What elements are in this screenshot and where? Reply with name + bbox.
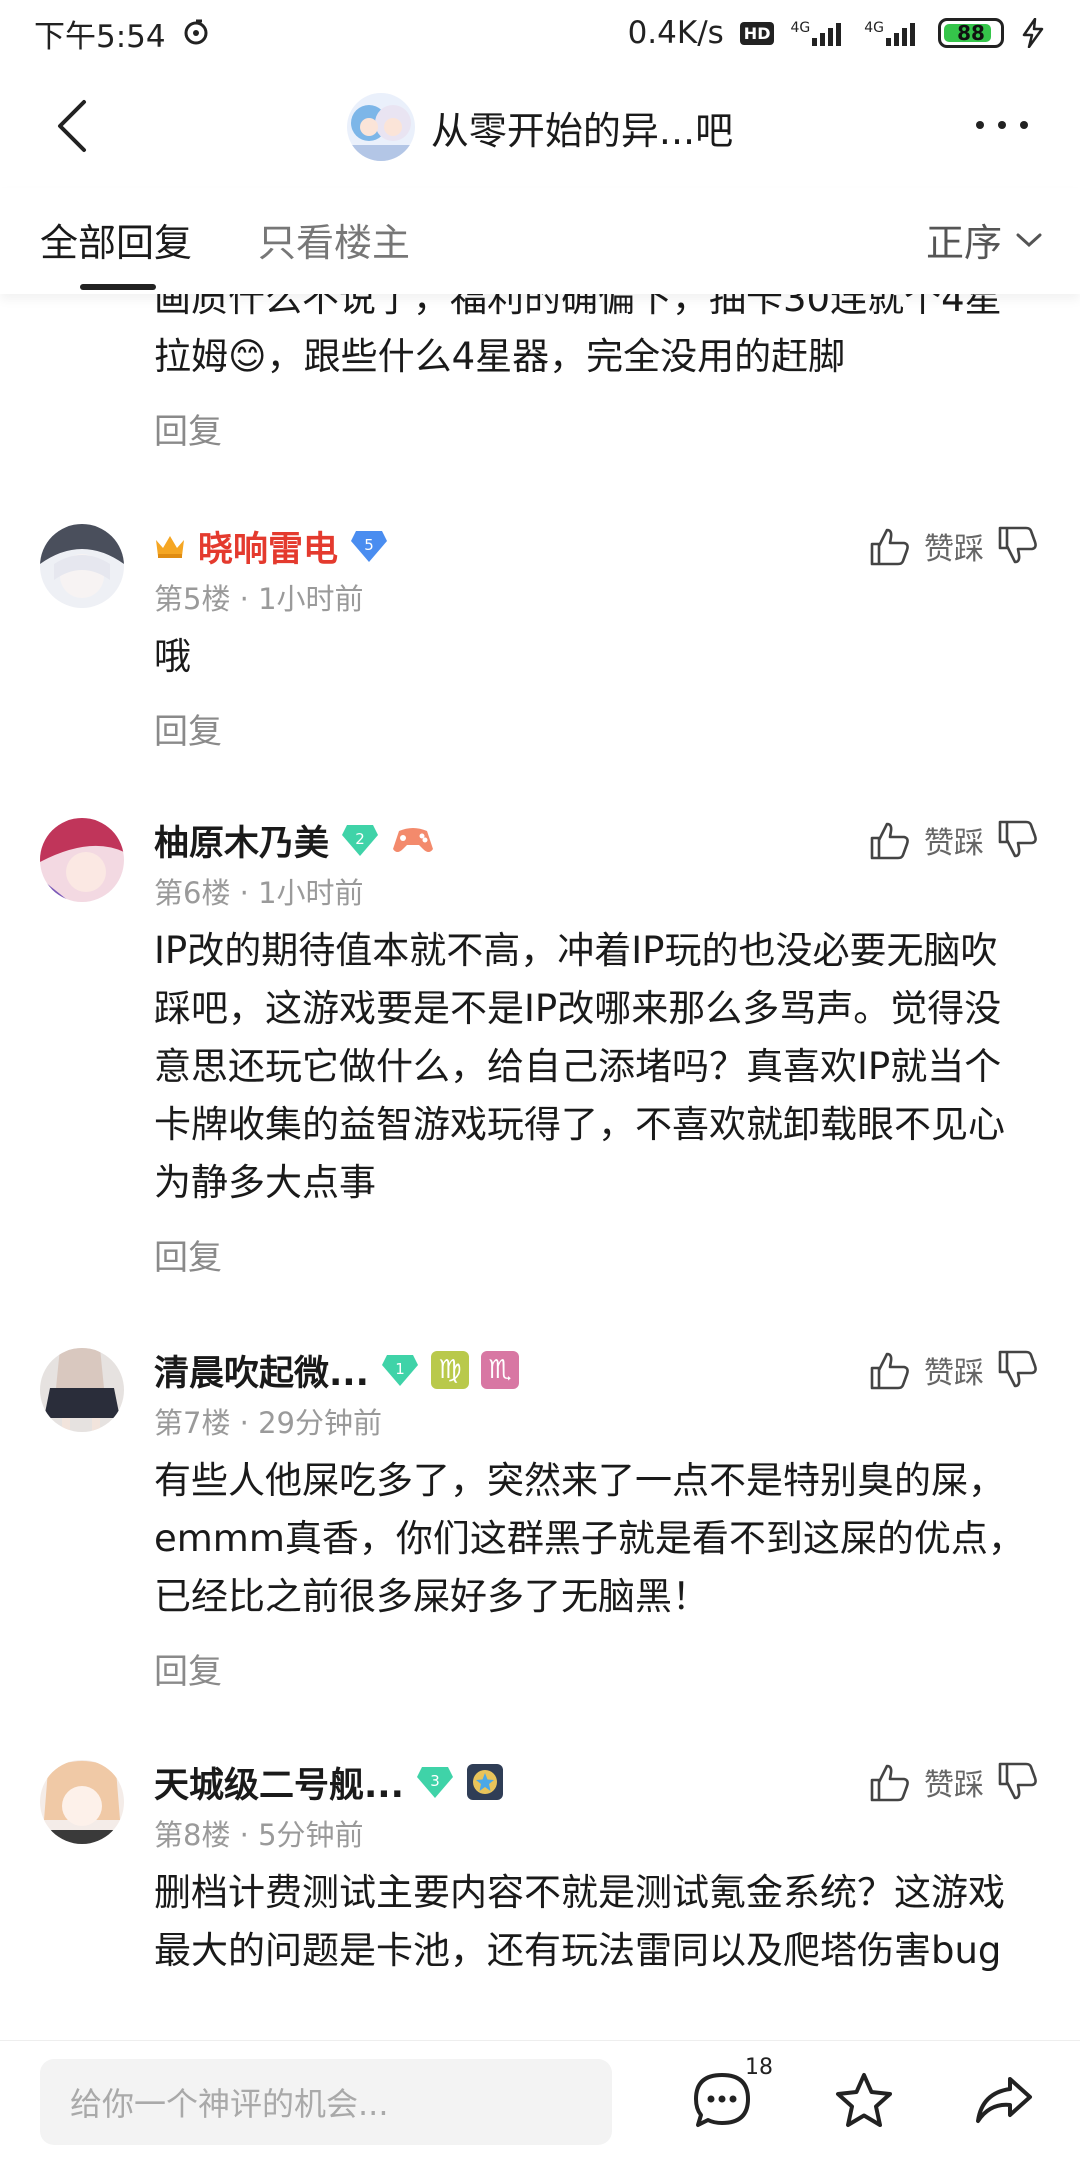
- avatar[interactable]: [40, 524, 124, 608]
- level-number: 2: [355, 830, 365, 848]
- vote-label: 赞踩: [924, 532, 984, 567]
- comment-text: 删档计费测试主要内容不就是测试氪金系统？这游戏最大的问题是卡池，还有玩法雷同以及…: [154, 1871, 1005, 1972]
- reply-link[interactable]: 回复: [154, 704, 1034, 753]
- sync-icon: [184, 19, 208, 45]
- thumbs-down-icon[interactable]: [996, 818, 1040, 862]
- vote-label: 赞踩: [924, 1768, 984, 1803]
- thumbs-up-icon[interactable]: [868, 818, 912, 862]
- comment-input-placeholder: 给你一个神评的机会...: [70, 2085, 389, 2123]
- thumbs-up-icon[interactable]: [868, 524, 912, 568]
- comment-body: 删档计费测试主要内容不就是测试氪金系统？这游戏最大的问题是卡池，还有玩法雷同以及…: [154, 1864, 1034, 1980]
- comment-body: 哦 回复: [154, 628, 1034, 753]
- more-options-icon[interactable]: [972, 110, 1032, 140]
- bottom-action-bar: 给你一个神评的机会... 18: [0, 2040, 1080, 2160]
- virgo-tag: ♍: [430, 1351, 469, 1389]
- floor-and-time: 第7楼 · 29分钟前: [154, 1406, 383, 1440]
- username[interactable]: 柚原木乃美: [154, 815, 329, 866]
- forum-title: 从零开始的异...吧: [430, 108, 734, 153]
- reply-link[interactable]: 回复: [154, 1230, 1034, 1279]
- reply-link[interactable]: 回复: [154, 404, 1034, 453]
- comment-text: 哦: [154, 635, 191, 678]
- name-row: 天城级二号舰... 3: [154, 1760, 504, 1806]
- avatar[interactable]: [40, 1348, 124, 1432]
- vote-control: 赞踩: [868, 1348, 1040, 1392]
- thumbs-up-icon[interactable]: [868, 1760, 912, 1804]
- chevron-down-icon: [1016, 233, 1042, 247]
- gamepad-icon: [393, 828, 434, 852]
- username[interactable]: 清晨吹起微...: [154, 1345, 369, 1396]
- star-icon[interactable]: [832, 2069, 896, 2133]
- nav-bar: 从零开始的异...吧: [0, 66, 1080, 188]
- comment-item: 晓响雷电 5 第5楼 · 1小时前 赞踩 哦 回复: [0, 524, 1080, 752]
- hd-badge: HD: [739, 21, 775, 45]
- net-speed: 0.4K/s: [627, 15, 724, 51]
- tab-all-replies[interactable]: 全部回复: [40, 212, 192, 267]
- level-badge-icon: 3: [416, 1767, 453, 1798]
- floor-and-time: 第8楼 · 5分钟前: [154, 1818, 364, 1852]
- comment-body: 有些人他屎吃多了，突然来了一点不是特别臭的屎，emmm真香，你们这群黑子就是看不…: [154, 1452, 1034, 1693]
- forum-avatar: [346, 93, 415, 161]
- thumbs-down-icon[interactable]: [996, 1760, 1040, 1804]
- tab-owner-only[interactable]: 只看楼主: [258, 212, 410, 267]
- active-tab-indicator: [80, 284, 156, 290]
- vote-control: 赞踩: [868, 524, 1040, 568]
- status-bar: 下午5:54 0.4K/s HD 4G 4G 88: [0, 0, 1080, 66]
- reply-filter-tabs: 全部回复 只看楼主 正序: [0, 188, 1080, 294]
- sort-label: 正序: [925, 221, 1002, 265]
- vote-label: 赞踩: [924, 1356, 984, 1391]
- status-time: 下午5:54: [34, 18, 166, 55]
- scorpio-tag: ♏: [480, 1351, 519, 1389]
- charging-icon: [1022, 18, 1044, 48]
- comment-item: 天城级二号舰... 3 第8楼 · 5分钟前 赞踩 删档计费测试主要内容不就是测…: [0, 1760, 1080, 2040]
- vote-label: 赞踩: [924, 826, 984, 861]
- signal-icon: 4G: [790, 20, 848, 46]
- forum-title-group[interactable]: 从零开始的异...吧: [346, 93, 734, 161]
- level-badge-icon: 1: [381, 1355, 418, 1386]
- thumbs-down-icon[interactable]: [996, 524, 1040, 568]
- vote-control: 赞踩: [868, 818, 1040, 862]
- comment-input[interactable]: 给你一个神评的机会...: [40, 2059, 612, 2145]
- level-number: 1: [395, 1360, 405, 1378]
- vote-control: 赞踩: [868, 1760, 1040, 1804]
- thumbs-down-icon[interactable]: [996, 1348, 1040, 1392]
- battery-icon: 88: [938, 18, 1004, 48]
- crown-icon: [156, 536, 184, 558]
- signal-icon-2: 4G: [864, 20, 922, 46]
- comment-list[interactable]: 画质什么不说了，福利的确偏下，抽卡30连就个4星拉姆😊，跟些什么4星器，完全没用…: [0, 294, 1080, 2040]
- post-detail-screen: 下午5:54 0.4K/s HD 4G 4G 88 从零开始的异...吧 全部回…: [0, 0, 1080, 2160]
- name-row: 晓响雷电 5: [154, 524, 388, 570]
- back-arrow-icon[interactable]: [48, 96, 98, 156]
- thumbs-up-icon[interactable]: [868, 1348, 912, 1392]
- comment-text: 有些人他屎吃多了，突然来了一点不是特别臭的屎，emmm真香，你们这群黑子就是看不…: [154, 1459, 1025, 1618]
- reply-link[interactable]: 回复: [154, 1644, 1034, 1693]
- username[interactable]: 天城级二号舰...: [154, 1757, 404, 1808]
- comment-count: 18: [745, 2055, 773, 2080]
- level-number: 3: [430, 1772, 440, 1790]
- comment-body: IP改的期待值本就不高，冲着IP玩的也没必要无脑吹踩吧，这游戏要是不是IP改哪来…: [154, 922, 1034, 1279]
- avatar[interactable]: [40, 818, 124, 902]
- username[interactable]: 晓响雷电: [198, 521, 338, 572]
- sort-dropdown[interactable]: 正序: [926, 212, 1042, 267]
- comment-item: 清晨吹起微... 1 ♍ ♏ 第7楼 · 29分钟前 赞踩 有些人他屎吃多了，突…: [0, 1348, 1080, 1692]
- comment-text: 画质什么不说了，福利的确偏下，抽卡30连就个4星拉姆😊，跟些什么4星器，完全没用…: [154, 294, 1002, 378]
- name-row: 柚原木乃美 2: [154, 818, 435, 864]
- share-icon[interactable]: [972, 2069, 1036, 2133]
- partial-comment: 画质什么不说了，福利的确偏下，抽卡30连就个4星拉姆😊，跟些什么4星器，完全没用…: [154, 294, 1034, 453]
- level-number: 5: [364, 536, 374, 554]
- name-row: 清晨吹起微... 1 ♍ ♏: [154, 1348, 519, 1394]
- floor-and-time: 第5楼 · 1小时前: [154, 582, 364, 616]
- avatar[interactable]: [40, 1760, 124, 1844]
- medal-icon: [466, 1764, 503, 1800]
- level-badge-icon: 5: [351, 531, 388, 562]
- comment-text: IP改的期待值本就不高，冲着IP玩的也没必要无脑吹踩吧，这游戏要是不是IP改哪来…: [154, 929, 1005, 1204]
- comment-item: 柚原木乃美 2 第6楼 · 1小时前 赞踩 IP改的期待值本就不高，冲着IP玩的…: [0, 818, 1080, 1278]
- level-badge-icon: 2: [342, 825, 379, 856]
- floor-and-time: 第6楼 · 1小时前: [154, 876, 364, 910]
